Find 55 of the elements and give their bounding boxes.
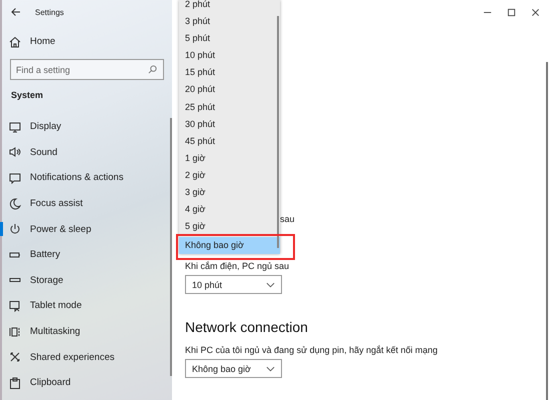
cross-arrows-icon	[9, 351, 21, 364]
back-icon[interactable]	[11, 7, 21, 17]
power-icon	[9, 223, 21, 236]
dropdown-option[interactable]: 2 giờ	[179, 166, 280, 184]
dropdown-option[interactable]: 15 phút	[179, 64, 280, 82]
dropdown-option[interactable]: Không bao giờ	[179, 237, 280, 254]
sidebar-item[interactable]: Storage	[2, 268, 172, 294]
tablet-icon	[9, 300, 21, 312]
dropdown-option[interactable]: 1 giờ	[179, 150, 280, 167]
scrollbar[interactable]	[170, 118, 172, 376]
monitor-icon	[9, 120, 21, 133]
sidebar-item[interactable]: Notifications & actions	[2, 165, 172, 191]
chevron-icon	[266, 282, 275, 288]
scrollbar[interactable]	[546, 62, 548, 400]
dropdown-option[interactable]: 30 phút	[179, 116, 280, 133]
sidebar-item[interactable]: Battery	[2, 242, 172, 268]
clipboard-icon	[9, 376, 21, 389]
sidebar-item[interactable]: Multitasking	[2, 318, 172, 344]
moon-icon	[9, 198, 21, 210]
dropdown-option[interactable]: 3 giờ	[179, 184, 280, 202]
speaker-icon	[9, 146, 21, 158]
dropdown-option[interactable]: 2 phút	[179, 0, 280, 14]
dropdown-field[interactable]: 10 phút	[185, 275, 282, 294]
window-title: Settings	[35, 8, 64, 16]
sidebar-item[interactable]: Shared experiences	[2, 344, 172, 370]
message-icon	[9, 172, 21, 184]
sidebar-item[interactable]: Display	[2, 114, 172, 140]
dropdown-option[interactable]: 3 phút	[179, 13, 280, 30]
dropdown-field[interactable]: Không bao giờ	[185, 359, 282, 378]
section-heading: Network connection	[185, 318, 308, 336]
dropdown-option[interactable]: 5 phút	[179, 30, 280, 48]
home-link[interactable]: Home	[2, 29, 172, 54]
close-icon[interactable]	[531, 8, 540, 16]
maximize-icon[interactable]	[507, 8, 516, 16]
search-field[interactable]: Find a setting	[10, 59, 164, 80]
chevron-icon	[266, 366, 275, 372]
dropdown-option[interactable]: 5 giờ	[179, 218, 280, 236]
sidebar-item[interactable]: Power & sleep	[2, 216, 172, 242]
multitasking-icon	[9, 326, 21, 338]
setting-label: Khi PC của tôi ngủ và đang sử dụng pin, hãy ngắt kết nối mạng	[185, 344, 438, 356]
section-heading: System	[10, 89, 44, 102]
sidebar-item[interactable]: Clipboard	[2, 370, 172, 396]
scrollbar[interactable]	[277, 16, 279, 248]
sidebar-item[interactable]: Sound	[2, 140, 172, 166]
home-icon	[9, 36, 21, 48]
dropdown-option[interactable]: 20 phút	[179, 81, 280, 99]
dropdown-option[interactable]: 45 phút	[179, 132, 280, 150]
search-icon	[148, 65, 157, 74]
dropdown-option[interactable]: 10 phút	[179, 47, 280, 64]
sidebar-item[interactable]: Tablet mode	[2, 293, 172, 319]
dropdown-option[interactable]: 25 phút	[179, 98, 280, 116]
dropdown-option[interactable]: 4 giờ	[179, 201, 280, 218]
setting-label: sau	[280, 213, 295, 225]
sidebar-item[interactable]: Focus assist	[2, 190, 172, 216]
setting-label: Khi cắm điện, PC ngủ sau	[185, 260, 290, 272]
